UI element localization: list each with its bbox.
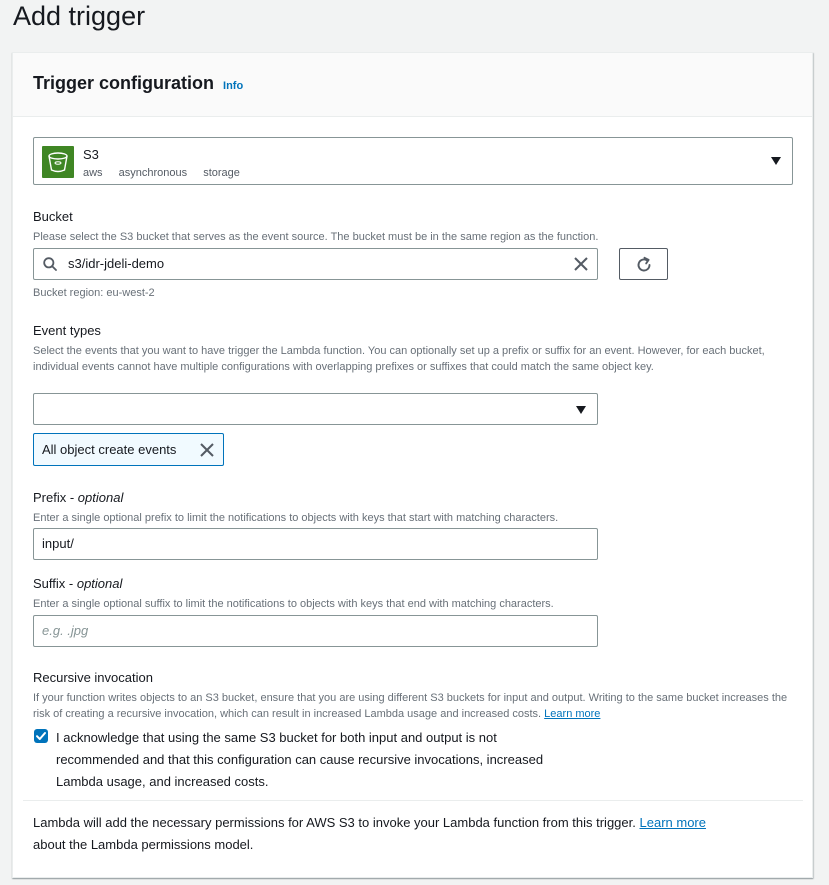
- service-tag: asynchronous: [118, 167, 188, 179]
- info-link[interactable]: Info: [223, 80, 243, 92]
- panel-header: Trigger configuration Info: [13, 53, 812, 117]
- caret-down-icon: [771, 157, 781, 165]
- divider: [23, 800, 803, 801]
- bucket-search-input[interactable]: s3/idr-jdeli-demo: [33, 248, 598, 280]
- prefix-label: Prefix - optional: [33, 490, 124, 505]
- panel-title: Trigger configuration: [33, 73, 215, 93]
- service-tag: aws: [83, 167, 103, 179]
- event-type-token: All object create events: [33, 433, 224, 466]
- bucket-label: Bucket: [33, 209, 73, 224]
- bucket-description: Please select the S3 bucket that serves …: [33, 231, 599, 243]
- search-icon: [43, 257, 57, 271]
- suffix-description: Enter a single optional suffix to limit …: [33, 598, 554, 610]
- event-types-description: Select the events that you want to have …: [33, 345, 765, 373]
- remove-token-icon[interactable]: [200, 443, 214, 457]
- caret-down-icon: [576, 406, 586, 414]
- permissions-note: Lambda will add the necessary permission…: [33, 815, 706, 852]
- recursive-learn-more-link[interactable]: Learn more: [544, 708, 600, 720]
- service-tag: storage: [203, 167, 240, 179]
- refresh-button[interactable]: [619, 248, 668, 280]
- permissions-learn-more-link[interactable]: Learn more: [640, 815, 706, 830]
- suffix-label: Suffix - optional: [33, 576, 123, 591]
- page-title: Add trigger: [13, 1, 146, 31]
- refresh-icon: [637, 256, 651, 272]
- service-tags: aws asynchronous storage: [83, 167, 253, 179]
- trigger-source-select[interactable]: S3 aws asynchronous storage: [33, 137, 793, 185]
- recursive-invocation-label: Recursive invocation: [33, 670, 153, 685]
- token-label: All object create events: [42, 442, 177, 457]
- event-types-label: Event types: [33, 323, 101, 338]
- suffix-input[interactable]: e.g. .jpg: [33, 615, 598, 647]
- s3-bucket-icon: [42, 146, 74, 178]
- trigger-configuration-panel: Trigger configuration Info S3 aws asynch…: [12, 52, 813, 878]
- prefix-input[interactable]: input/: [33, 528, 598, 560]
- checkmark-icon: [36, 732, 46, 740]
- prefix-description: Enter a single optional prefix to limit …: [33, 512, 559, 524]
- bucket-region: Bucket region: eu-west-2: [33, 287, 155, 299]
- event-types-select[interactable]: [33, 393, 598, 425]
- suffix-placeholder: e.g. .jpg: [42, 623, 89, 638]
- prefix-value: input/: [42, 536, 74, 551]
- bucket-value: s3/idr-jdeli-demo: [68, 256, 165, 271]
- recursive-invocation-description: If your function writes objects to an S3…: [33, 692, 788, 720]
- acknowledge-label: I acknowledge that using the same S3 buc…: [56, 730, 544, 789]
- service-name: S3: [83, 147, 99, 162]
- acknowledge-checkbox[interactable]: [34, 729, 48, 743]
- clear-icon[interactable]: [574, 257, 588, 271]
